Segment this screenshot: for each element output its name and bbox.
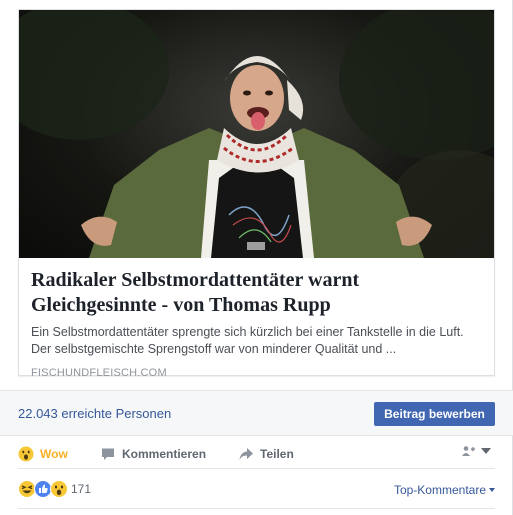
reach-count-link[interactable]: 22.043 erreichte Personen bbox=[18, 406, 171, 421]
reaction-count[interactable]: 171 bbox=[71, 482, 91, 496]
divider bbox=[18, 508, 495, 509]
wow-icon bbox=[50, 480, 68, 498]
chevron-down-icon bbox=[489, 488, 495, 492]
comment-icon bbox=[102, 448, 114, 460]
chevron-down-icon bbox=[481, 448, 491, 454]
link-title[interactable]: Radikaler Selbstmordattentäter warnt Gle… bbox=[31, 268, 482, 318]
share-arrow-icon bbox=[239, 448, 253, 460]
wow-label: Wow bbox=[40, 447, 68, 461]
insights-bar: 22.043 erreichte Personen Beitrag bewerb… bbox=[0, 390, 513, 436]
feed-post: Radikaler Selbstmordattentäter warnt Gle… bbox=[0, 0, 513, 515]
link-preview-card[interactable]: Radikaler Selbstmordattentäter warnt Gle… bbox=[18, 9, 495, 379]
comment-label: Kommentieren bbox=[122, 447, 207, 461]
link-preview-image[interactable] bbox=[19, 10, 494, 258]
link-domain: FISCHUNDFLEISCH.COM bbox=[31, 367, 167, 379]
comment-sort-dropdown[interactable]: Top-Kommentare bbox=[394, 483, 495, 497]
reactions-summary: 171 Top-Kommentare bbox=[18, 478, 495, 502]
comment-button[interactable]: Kommentieren bbox=[100, 445, 206, 463]
boost-post-button[interactable]: Beitrag bewerben bbox=[374, 402, 495, 426]
action-row: Wow Kommentieren Teilen + bbox=[18, 437, 495, 469]
share-label: Teilen bbox=[260, 447, 294, 461]
reaction-icons[interactable] bbox=[18, 480, 68, 498]
audience-selector[interactable]: + bbox=[461, 445, 491, 457]
friends-of-friends-icon: + bbox=[462, 446, 475, 456]
photo-illustration bbox=[19, 10, 494, 258]
share-button[interactable]: Teilen bbox=[238, 445, 294, 463]
link-description: Ein Selbstmordattentäter sprengte sich k… bbox=[31, 325, 464, 356]
wow-icon bbox=[18, 446, 34, 462]
wow-reaction-button[interactable]: Wow bbox=[18, 445, 68, 463]
comment-sort-label: Top-Kommentare bbox=[393, 483, 486, 497]
